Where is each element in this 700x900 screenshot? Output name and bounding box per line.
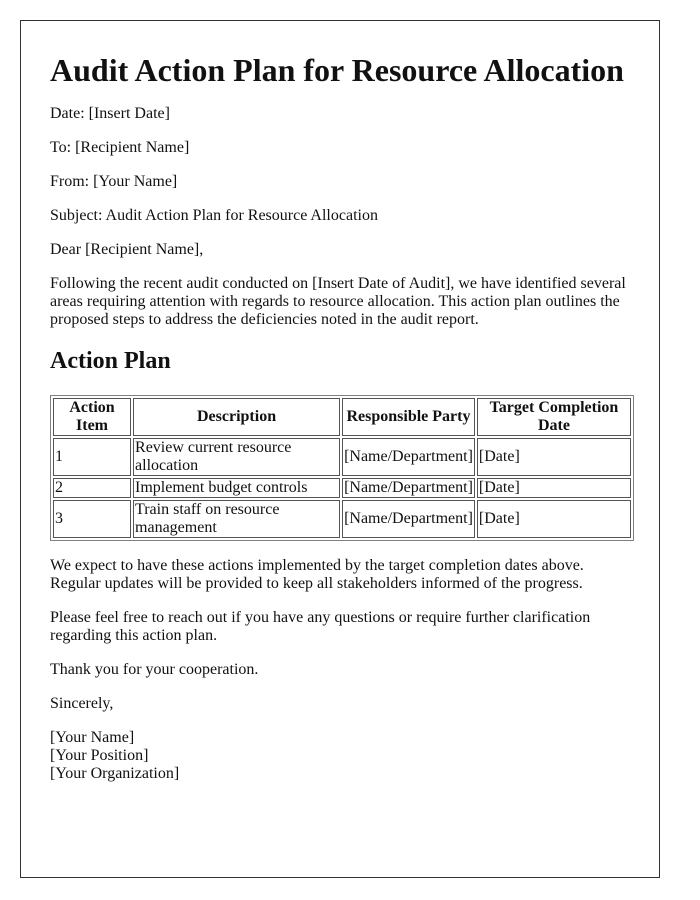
closing: Sincerely, xyxy=(50,695,114,712)
cell-responsible-party: [Name/Department] xyxy=(342,478,475,498)
header-action-item: Action Item xyxy=(53,398,132,436)
date-line: Date: [Insert Date] xyxy=(50,105,170,122)
table-row: 1 Review current resource allocation [Na… xyxy=(53,438,631,476)
table-header-row: Action Item Description Responsible Part… xyxy=(53,398,631,436)
signature-block: [Your Name] [Your Position] [Your Organi… xyxy=(50,729,630,783)
cell-target-date: [Date] xyxy=(476,500,631,538)
action-plan-table: Action Item Description Responsible Part… xyxy=(50,395,634,541)
intro-paragraph: Following the recent audit conducted on … xyxy=(50,275,626,328)
signature-organization: [Your Organization] xyxy=(50,765,180,782)
document-title: Audit Action Plan for Resource Allocatio… xyxy=(50,52,624,88)
signature-name: [Your Name] xyxy=(50,729,135,746)
header-responsible-party: Responsible Party xyxy=(342,398,475,436)
contact-paragraph: Please feel free to reach out if you hav… xyxy=(50,609,591,644)
from-line: From: [Your Name] xyxy=(50,173,178,190)
cell-action-item: 1 xyxy=(53,438,132,476)
subject-line: Subject: Audit Action Plan for Resource … xyxy=(50,207,378,224)
cell-description: Implement budget controls xyxy=(133,478,341,498)
header-target-date: Target Completion Date xyxy=(476,398,631,436)
section-heading: Action Plan xyxy=(50,348,171,374)
expectation-paragraph: We expect to have these actions implemen… xyxy=(50,557,584,592)
cell-description: Review current resource allocation xyxy=(133,438,341,476)
header-description: Description xyxy=(133,398,341,436)
thanks-line: Thank you for your cooperation. xyxy=(50,661,259,678)
cell-action-item: 3 xyxy=(53,500,132,538)
cell-target-date: [Date] xyxy=(476,438,631,476)
cell-responsible-party: [Name/Department] xyxy=(342,500,475,538)
table-row: 3 Train staff on resource management [Na… xyxy=(53,500,631,538)
cell-action-item: 2 xyxy=(53,478,132,498)
table-row: 2 Implement budget controls [Name/Depart… xyxy=(53,478,631,498)
to-line: To: [Recipient Name] xyxy=(50,139,190,156)
cell-responsible-party: [Name/Department] xyxy=(342,438,475,476)
letter-page: Audit Action Plan for Resource Allocatio… xyxy=(20,20,660,878)
signature-position: [Your Position] xyxy=(50,747,149,764)
salutation: Dear [Recipient Name], xyxy=(50,241,204,258)
cell-target-date: [Date] xyxy=(476,478,631,498)
cell-description: Train staff on resource management xyxy=(133,500,341,538)
